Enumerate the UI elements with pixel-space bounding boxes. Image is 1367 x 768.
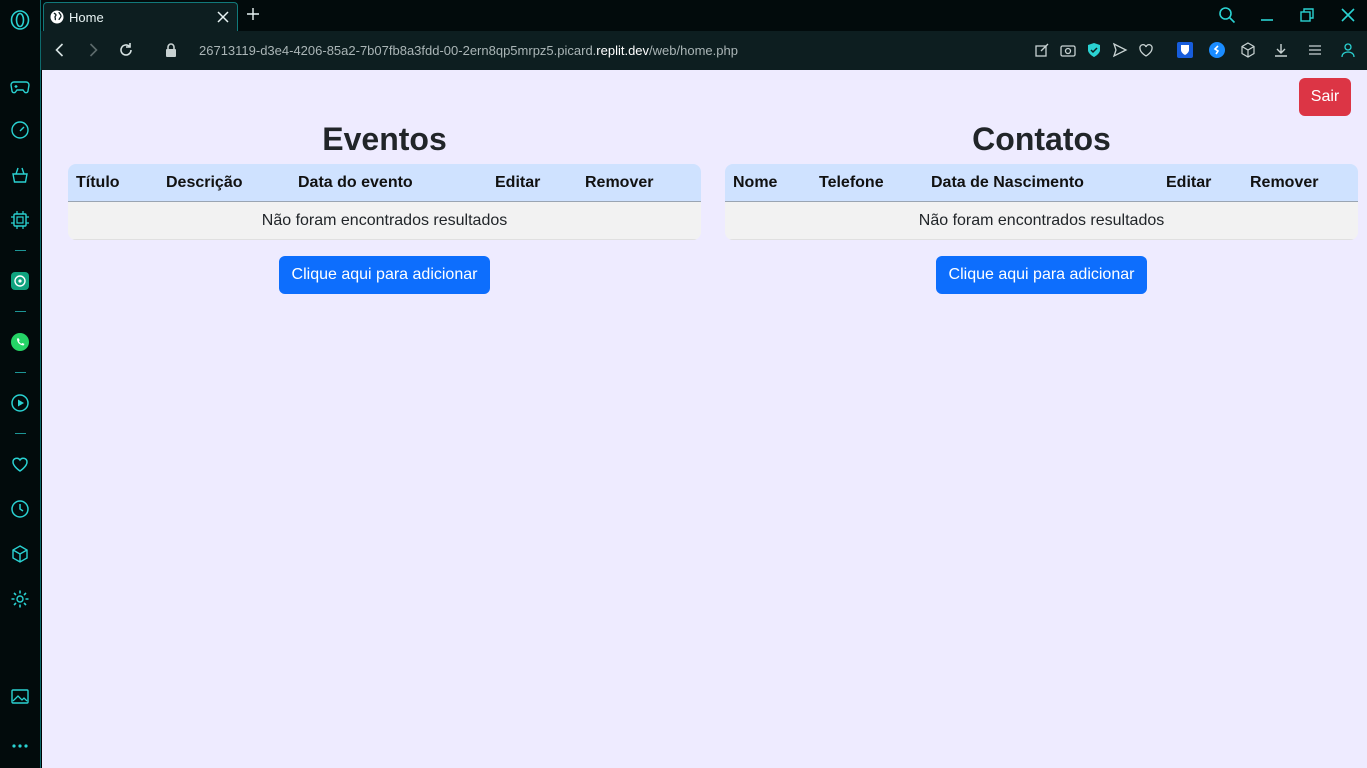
easy-setup-menu-icon[interactable] [1307, 42, 1323, 58]
column-header: Data de Nascimento [931, 174, 1084, 191]
column-header: Editar [1166, 174, 1212, 191]
chip-icon[interactable] [10, 210, 30, 230]
gamepad-icon[interactable] [10, 76, 30, 96]
sidebar-divider [15, 311, 26, 312]
chatgpt-icon[interactable] [10, 271, 30, 291]
bookmark-heart-icon[interactable] [1138, 42, 1154, 58]
tab-home[interactable]: Home [43, 2, 238, 31]
minimize-icon[interactable] [1258, 6, 1276, 24]
tab-title: Home [69, 9, 104, 25]
speedometer-icon[interactable] [10, 120, 30, 140]
edit-page-icon[interactable] [1034, 42, 1050, 58]
cube-icon[interactable] [10, 544, 30, 564]
download-icon[interactable] [1273, 42, 1289, 58]
more-options-icon[interactable] [10, 736, 30, 756]
add-evento-button[interactable]: Clique aqui para adicionar [278, 256, 491, 294]
sidebar-divider [15, 433, 26, 434]
globe-icon [50, 10, 64, 24]
new-tab-plus-icon[interactable] [245, 6, 261, 22]
contatos-panel: Contatos Nome Telefone Data de Nasciment… [725, 114, 1358, 294]
logout-button[interactable]: Sair [1299, 78, 1351, 116]
sidebar-divider [15, 250, 26, 251]
contatos-title: Contatos [972, 121, 1111, 157]
search-tabs-icon[interactable] [1218, 6, 1236, 24]
column-header: Título [76, 174, 120, 191]
sidebar-divider [15, 372, 26, 373]
settings-gear-icon[interactable] [10, 589, 30, 609]
history-clock-icon[interactable] [10, 499, 30, 519]
snapshot-camera-icon[interactable] [1060, 42, 1076, 58]
contatos-table: Nome Telefone Data de Nascimento Editar … [725, 164, 1358, 240]
eventos-panel: Eventos Título Descrição Data do evento … [68, 114, 701, 294]
heart-icon[interactable] [10, 454, 30, 474]
eventos-title: Eventos [322, 121, 447, 157]
column-header: Editar [495, 174, 541, 191]
close-tab-icon[interactable] [215, 9, 231, 25]
back-arrow-icon[interactable] [52, 42, 68, 58]
column-header: Remover [585, 174, 654, 191]
profile-icon[interactable] [1340, 42, 1356, 58]
bitwarden-icon[interactable] [1177, 42, 1193, 58]
eventos-table: Título Descrição Data do evento Editar R… [68, 164, 701, 240]
forward-arrow-icon[interactable] [85, 42, 101, 58]
send-arrow-icon[interactable] [1112, 42, 1128, 58]
eventos-empty-row: Não foram encontrados resultados [68, 202, 701, 240]
restore-window-icon[interactable] [1298, 6, 1316, 24]
close-window-icon[interactable] [1339, 6, 1357, 24]
reload-icon[interactable] [118, 42, 134, 58]
contatos-table-header: Nome Telefone Data de Nascimento Editar … [725, 164, 1358, 202]
column-header: Nome [733, 174, 778, 191]
gallery-icon[interactable] [10, 686, 30, 706]
address-bar: 26713119-d3e4-4206-85a2-7b07fb8a3fdd-00-… [41, 31, 1367, 70]
eventos-table-header: Título Descrição Data do evento Editar R… [68, 164, 701, 202]
browser-sidebar [0, 0, 41, 768]
column-header: Descrição [166, 174, 243, 191]
whatsapp-icon[interactable] [10, 332, 30, 352]
adblock-shield-icon[interactable] [1086, 42, 1102, 58]
contatos-empty-row: Não foram encontrados resultados [725, 202, 1358, 240]
lock-icon[interactable] [165, 42, 177, 58]
column-header: Telefone [819, 174, 884, 191]
add-contato-button[interactable]: Clique aqui para adicionar [935, 256, 1148, 294]
page-content: Sair Eventos Título Descrição Data do ev… [42, 70, 1367, 768]
tab-strip: Home [41, 0, 1367, 31]
extensions-cube-icon[interactable] [1240, 42, 1256, 58]
column-header: Remover [1250, 174, 1319, 191]
player-icon[interactable] [10, 393, 30, 413]
shazam-icon[interactable] [1209, 42, 1225, 58]
column-header: Data do evento [298, 174, 413, 191]
opera-logo-icon[interactable] [10, 10, 30, 30]
url-text[interactable]: 26713119-d3e4-4206-85a2-7b07fb8a3fdd-00-… [199, 43, 738, 58]
shopping-bag-icon[interactable] [10, 165, 30, 185]
